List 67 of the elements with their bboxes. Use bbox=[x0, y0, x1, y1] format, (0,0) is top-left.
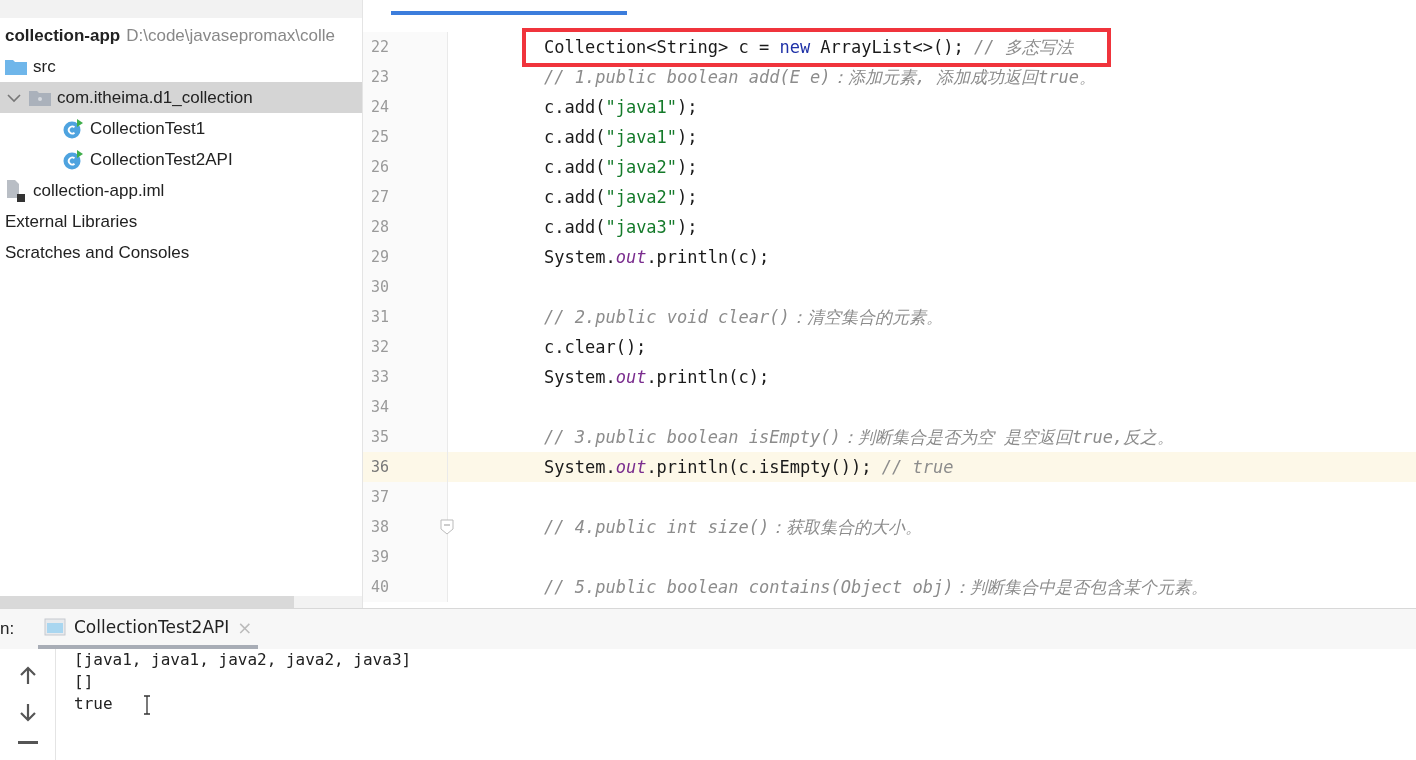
line-number: 25 bbox=[371, 128, 390, 146]
code-text: c.add("java1"); bbox=[543, 97, 698, 117]
line-number: 31 bbox=[371, 308, 390, 326]
code-text: c.add("java3"); bbox=[543, 217, 698, 237]
tree-item[interactable]: src bbox=[0, 51, 362, 82]
tree-item[interactable]: External Libraries bbox=[0, 206, 362, 237]
scrollbar-thumb[interactable] bbox=[0, 596, 294, 608]
code-text: c.clear(); bbox=[543, 337, 647, 357]
module-path: D:\code\javasepromax\colle bbox=[126, 25, 336, 46]
class-icon bbox=[62, 118, 84, 139]
code-text: c.add("java1"); bbox=[543, 127, 698, 147]
tree-item[interactable]: collection-app.iml bbox=[0, 175, 362, 206]
line-number: 29 bbox=[371, 248, 390, 266]
file-icon bbox=[5, 179, 27, 202]
console-icon bbox=[44, 617, 66, 637]
arrow-down-icon[interactable] bbox=[18, 703, 37, 723]
code-text: // 5.public boolean contains(Object obj)：判断集合中是否包含某个元素。 bbox=[543, 575, 1209, 599]
code-text: // 3.public boolean isEmpty()：判断集合是否为空 是空返回true,反之。 bbox=[543, 425, 1175, 449]
tree-item-label: collection-app bbox=[5, 25, 121, 46]
code-text: // 4.public int size()：获取集合的大小。 bbox=[543, 515, 923, 539]
package-icon bbox=[29, 89, 51, 106]
tree-item-label: com.itheima.d1_collection bbox=[57, 87, 253, 108]
line-number: 26 bbox=[371, 158, 390, 176]
code-text: // 2.public void clear()：清空集合的元素。 bbox=[543, 305, 943, 329]
arrow-up-icon[interactable] bbox=[18, 665, 37, 685]
code-text: System.out.println(c.isEmpty()); // true bbox=[543, 457, 954, 477]
console-line: [] bbox=[74, 672, 94, 691]
line-number: 38 bbox=[371, 518, 390, 536]
run-tab[interactable]: CollectionTest2API × bbox=[38, 609, 259, 649]
tree-item-label: Scratches and Consoles bbox=[5, 242, 190, 263]
tree-item-label: CollectionTest2API bbox=[90, 149, 233, 170]
code-text: // 1.public boolean add(E e)：添加元素, 添加成功返回true。 bbox=[543, 65, 1096, 89]
tree-item[interactable]: CollectionTest2API bbox=[0, 144, 362, 175]
code-text: c.add("java2"); bbox=[543, 157, 698, 177]
line-number: 33 bbox=[371, 368, 390, 386]
line-number: 22 bbox=[371, 38, 390, 56]
code-text: System.out.println(c); bbox=[543, 367, 770, 387]
line-number: 30 bbox=[371, 278, 390, 296]
line-number: 23 bbox=[371, 68, 390, 86]
line-number: 24 bbox=[371, 98, 390, 116]
minus-icon[interactable] bbox=[17, 741, 38, 745]
tree-item-label: CollectionTest1 bbox=[90, 118, 206, 139]
tree-item-label: External Libraries bbox=[5, 211, 138, 232]
folder-icon bbox=[5, 58, 27, 75]
code-text: c.add("java2"); bbox=[543, 187, 698, 207]
tree-item[interactable]: CollectionTest1 bbox=[0, 113, 362, 144]
tree-item[interactable]: collection-app D:\code\javasepromax\colle bbox=[0, 20, 362, 51]
tree-item-label: src bbox=[33, 56, 56, 77]
text-cursor-icon bbox=[142, 694, 151, 715]
class-icon bbox=[62, 149, 84, 170]
line-number: 39 bbox=[371, 548, 390, 566]
line-number: 32 bbox=[371, 338, 390, 356]
console-line: [java1, java1, java2, java2, java3] bbox=[74, 650, 412, 669]
console-line: true bbox=[74, 694, 113, 713]
code-text: System.out.println(c); bbox=[543, 247, 770, 267]
tree-item[interactable]: Scratches and Consoles bbox=[0, 237, 362, 268]
panel-label: n: bbox=[0, 619, 16, 639]
line-number: 27 bbox=[371, 188, 390, 206]
tree-item[interactable]: com.itheima.d1_collection bbox=[0, 82, 362, 113]
highlight-box: Collection<String> c = new ArrayList<>(); // 多态写法 bbox=[522, 27, 1111, 67]
line-number: 28 bbox=[371, 218, 390, 236]
line-number: 35 bbox=[371, 428, 390, 446]
line-number: 40 bbox=[371, 578, 390, 596]
line-number: 34 bbox=[371, 398, 390, 416]
line-number: 36 bbox=[371, 458, 390, 476]
tree-item-label: collection-app.iml bbox=[33, 180, 165, 201]
line-number: 37 bbox=[371, 488, 390, 506]
